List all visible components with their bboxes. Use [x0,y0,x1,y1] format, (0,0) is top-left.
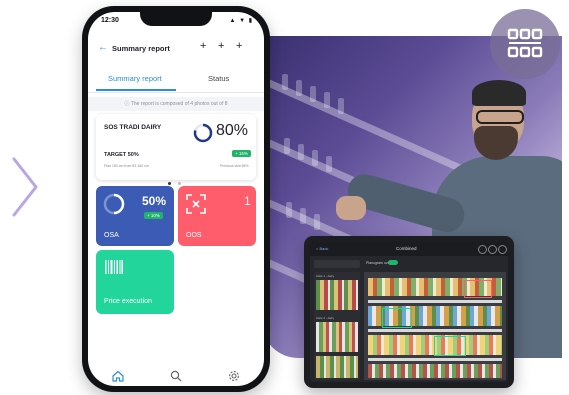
tablet-device: < Back Combined Planogram overlay Aisle … [304,236,514,388]
plus-icon[interactable]: + [200,40,206,52]
photo-list: Aisle 1 - dairy Aisle 2 - dairy [314,272,360,380]
phone-device: 12:30 ▲ ▼ ▮ ← Summary report + + + Summa… [82,6,270,392]
osa-percent: 50% [142,194,167,208]
page-title: Summary report [112,44,170,53]
barcode-icon [105,260,123,279]
donut-progress-icon [192,122,214,149]
search-icon[interactable] [170,369,182,386]
tab-summary-report[interactable]: Summary report [108,74,162,83]
price-execution-tile[interactable]: Price execution [96,250,174,314]
tablet-back-button[interactable]: < Back [316,246,328,251]
active-tab-indicator [96,89,176,91]
grid-badge [490,9,560,79]
list-item[interactable]: Aisle 1 - dairy [316,274,334,278]
osa-tile[interactable]: 50% + 10% OSA [96,186,174,246]
tab-status[interactable]: Status [208,74,229,83]
scan-x-icon [186,194,206,219]
info-text: The report is composed of 4 photos out o… [130,101,228,107]
sos-right-note: Previous visit 65% [220,164,249,168]
info-banner: ⓘ The report is composed of 4 photos out… [88,97,264,111]
sos-left-note: Plan 150 cm from 83 160 cm [104,164,149,168]
tablet-title: Combined [396,246,417,251]
tablet-tool-icon[interactable] [488,245,497,254]
list-item[interactable]: Aisle 2 - dairy [316,316,334,320]
sos-target: TARGET 50% [104,152,139,158]
info-icon: ⓘ [124,101,130,107]
back-arrow-icon[interactable]: ← [98,42,108,53]
plus-icon[interactable]: + [218,40,224,52]
sos-percent: 80% [216,122,249,139]
sos-card[interactable]: SOS TRADI DAIRY 80% TARGET 50% + 15% Pla… [96,114,256,180]
tablet-screen: < Back Combined Planogram overlay Aisle … [310,242,508,382]
sos-card-title: SOS TRADI DAIRY [104,124,162,131]
status-time: 12:30 [101,17,119,24]
grid-icon [507,28,543,58]
donut-progress-icon [102,192,126,221]
home-icon[interactable] [112,369,124,386]
settings-icon[interactable] [228,369,240,386]
bottom-nav [88,364,264,386]
shelf-photo [364,272,506,380]
overlay-toggle[interactable] [388,260,398,265]
oos-label: OOS [186,232,202,239]
sos-delta-badge: + 15% [232,150,251,157]
oos-tile[interactable]: 1 OOS [178,186,256,246]
osa-label: OSA [104,232,119,239]
status-icons: ▲ ▼ ▮ [229,18,253,24]
app-bar: ← Summary report + + + [88,34,264,60]
oos-count: 1 [244,194,251,208]
price-execution-label: Price execution [104,298,152,305]
chevron-right-icon [8,155,42,224]
tablet-tool-icon[interactable] [478,245,487,254]
phone-screen: 12:30 ▲ ▼ ▮ ← Summary report + + + Summa… [88,12,264,386]
plus-icon[interactable]: + [236,40,242,52]
osa-delta-badge: + 10% [144,212,163,219]
tablet-tool-icon[interactable] [498,245,507,254]
